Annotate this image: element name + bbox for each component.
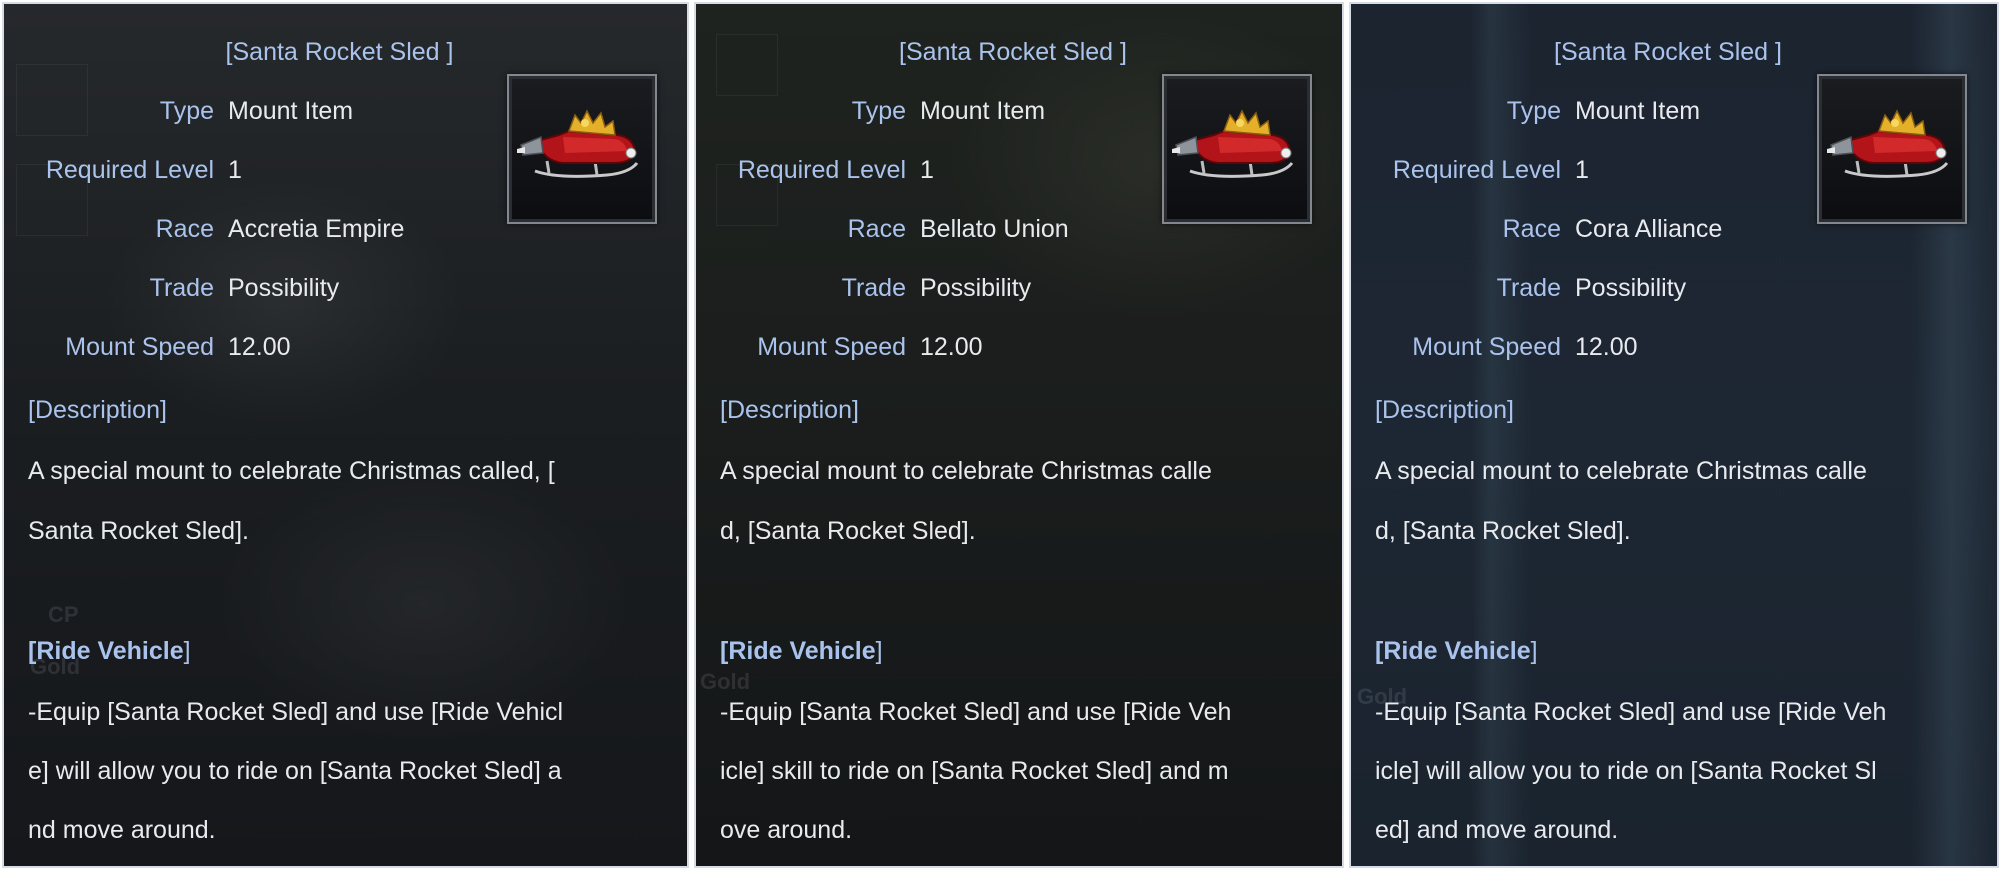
prop-row-required-level: Required Level 1 xyxy=(4,150,242,190)
prop-label: Type xyxy=(1506,96,1561,125)
prop-value: 12.00 xyxy=(920,332,983,361)
ride-vehicle-line: ove around. xyxy=(720,816,853,844)
ride-vehicle-line: nd move around. xyxy=(28,816,216,844)
description-line: A special mount to celebrate Christmas c… xyxy=(1375,457,1867,485)
prop-value: Possibility xyxy=(228,273,340,302)
prop-row-trade: Trade Possibility xyxy=(1351,268,1687,308)
ride-vehicle-line: -Equip [Santa Rocket Sled] and use [Ride… xyxy=(1375,698,1887,726)
prop-label: Required Level xyxy=(45,155,214,184)
prop-label: Race xyxy=(847,214,906,243)
prop-row-required-level: Required Level 1 xyxy=(1351,150,1589,190)
prop-value: Bellato Union xyxy=(920,214,1069,243)
prop-label: Required Level xyxy=(1392,155,1561,184)
ride-vehicle-heading-bracket: ] xyxy=(1530,637,1538,665)
prop-label: Mount Speed xyxy=(757,332,906,361)
prop-row-race: Race Bellato Union xyxy=(696,209,1069,249)
prop-row-trade: Trade Possibility xyxy=(4,268,340,308)
prop-row-type: Type Mount Item xyxy=(696,91,1045,131)
ride-vehicle-line: e] will allow you to ride on [Santa Rock… xyxy=(28,757,562,785)
prop-row-mount-speed: Mount Speed 12.00 xyxy=(696,327,983,367)
prop-row-mount-speed: Mount Speed 12.00 xyxy=(4,327,291,367)
prop-row-type: Type Mount Item xyxy=(1351,91,1700,131)
ride-vehicle-line: -Equip [Santa Rocket Sled] and use [Ride… xyxy=(720,698,1232,726)
ride-vehicle-heading-text: [Ride Vehicle xyxy=(720,637,876,665)
prop-value: Cora Alliance xyxy=(1575,214,1723,243)
prop-label: Type xyxy=(159,96,214,125)
prop-row-race: Race Accretia Empire xyxy=(4,209,405,249)
prop-label: Race xyxy=(155,214,214,243)
prop-label: Trade xyxy=(149,273,214,302)
prop-row-type: Type Mount Item xyxy=(4,91,353,131)
ride-vehicle-heading-bracket: ] xyxy=(875,637,883,665)
prop-label: Type xyxy=(851,96,906,125)
item-icon-slot xyxy=(1817,74,1967,224)
item-title: [Santa Rocket Sled ] xyxy=(1554,38,1782,66)
description-line: A special mount to celebrate Christmas c… xyxy=(28,457,555,485)
prop-value: 1 xyxy=(1575,155,1589,184)
ride-vehicle-line: icle] will allow you to ride on [Santa R… xyxy=(1375,757,1877,785)
description-line: d, [Santa Rocket Sled]. xyxy=(1375,517,1631,545)
description-line: Santa Rocket Sled]. xyxy=(28,517,249,545)
ride-vehicle-heading: [Ride Vehicle] xyxy=(1375,631,1538,671)
prop-value: Accretia Empire xyxy=(228,214,405,243)
description-heading: [Description] xyxy=(1375,396,1514,424)
item-icon-slot xyxy=(507,74,657,224)
prop-label: Race xyxy=(1502,214,1561,243)
prop-row-trade: Trade Possibility xyxy=(696,268,1032,308)
prop-value: Possibility xyxy=(920,273,1032,302)
description-line: d, [Santa Rocket Sled]. xyxy=(720,517,976,545)
prop-label: Required Level xyxy=(737,155,906,184)
ride-vehicle-heading: [Ride Vehicle] xyxy=(28,631,191,671)
ride-vehicle-line: ed] and move around. xyxy=(1375,816,1619,844)
prop-label: Mount Speed xyxy=(65,332,214,361)
prop-row-race: Race Cora Alliance xyxy=(1351,209,1723,249)
prop-value: 1 xyxy=(920,155,934,184)
santa-rocket-sled-icon xyxy=(1172,109,1294,178)
ride-vehicle-heading-text: [Ride Vehicle xyxy=(28,637,184,665)
prop-label: Trade xyxy=(841,273,906,302)
prop-value: Possibility xyxy=(1575,273,1687,302)
ride-vehicle-line: -Equip [Santa Rocket Sled] and use [Ride… xyxy=(28,698,564,726)
prop-value: Mount Item xyxy=(1575,96,1701,125)
description-line: A special mount to celebrate Christmas c… xyxy=(720,457,1212,485)
prop-label: Mount Speed xyxy=(1412,332,1561,361)
description-heading: [Description] xyxy=(28,396,167,424)
item-title: [Santa Rocket Sled ] xyxy=(899,38,1127,66)
prop-row-mount-speed: Mount Speed 12.00 xyxy=(1351,327,1638,367)
prop-row-required-level: Required Level 1 xyxy=(696,150,934,190)
item-icon-slot xyxy=(1162,74,1312,224)
tooltip-panel-cora: Gold [Santa Rocket Sled ] Type Mount Ite… xyxy=(1349,2,1999,868)
ride-vehicle-line: icle] skill to ride on [Santa Rocket Sle… xyxy=(720,757,1229,785)
tooltip-panel-bellato: Gold [Santa Rocket Sled ] Type Mount Ite… xyxy=(694,2,1344,868)
prop-value: Mount Item xyxy=(920,96,1046,125)
prop-value: Mount Item xyxy=(228,96,354,125)
santa-rocket-sled-icon xyxy=(1827,109,1949,178)
prop-label: Trade xyxy=(1496,273,1561,302)
ride-vehicle-heading: [Ride Vehicle] xyxy=(720,631,883,671)
prop-value: 12.00 xyxy=(228,332,291,361)
ride-vehicle-heading-text: [Ride Vehicle xyxy=(1375,637,1531,665)
prop-value: 12.00 xyxy=(1575,332,1638,361)
santa-rocket-sled-icon xyxy=(517,109,639,178)
item-title: [Santa Rocket Sled ] xyxy=(225,38,454,66)
tooltip-panel-accretia: CP Gold [Santa Rocket Sled ] Type Mount … xyxy=(2,2,689,868)
ride-vehicle-heading-bracket: ] xyxy=(183,637,191,665)
prop-value: 1 xyxy=(228,155,242,184)
description-heading: [Description] xyxy=(720,396,859,424)
